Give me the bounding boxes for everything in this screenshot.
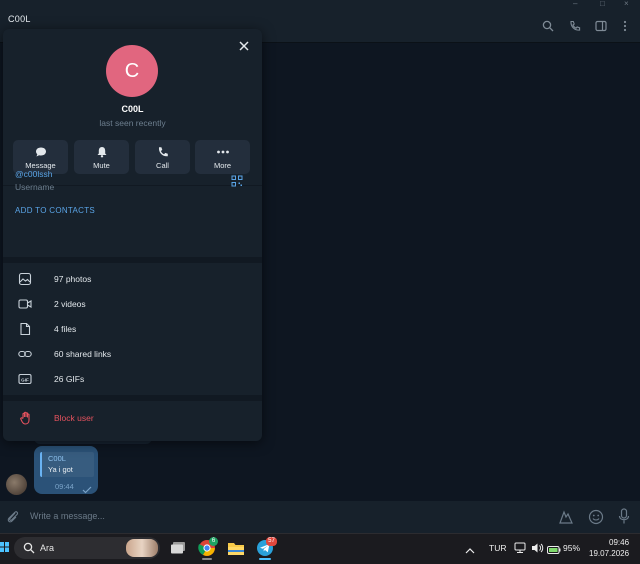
- search-highlight-image: [126, 539, 158, 557]
- mute-button-label: Mute: [93, 161, 110, 170]
- taskbar-search-placeholder: Ara: [40, 543, 55, 553]
- media-row-files[interactable]: 4 files: [3, 317, 262, 342]
- chrome-badge: 6: [209, 537, 218, 546]
- link-icon: [18, 347, 32, 366]
- battery-percent: 95%: [563, 543, 581, 553]
- telegram-active-indicator: [259, 558, 271, 560]
- message-input[interactable]: Write a message...: [30, 511, 105, 521]
- media-row-videos[interactable]: 2 videos: [3, 292, 262, 317]
- window-titlebar: – □ ×: [0, 0, 640, 8]
- file-icon: [18, 322, 32, 341]
- username-value[interactable]: @c00lssh: [15, 169, 52, 179]
- media-row-label: 26 GIFs: [54, 374, 85, 384]
- profile-status: last seen recently: [99, 118, 166, 128]
- media-row-label: 4 files: [54, 324, 77, 334]
- reply-quote-text: Ya i got: [48, 465, 73, 474]
- more-dots-icon: [195, 146, 250, 158]
- call-button-label: Call: [156, 161, 169, 170]
- block-user-label: Block user: [54, 413, 94, 423]
- section-divider: [3, 395, 262, 401]
- bell-icon: [74, 146, 129, 158]
- chevron-up-icon[interactable]: [465, 542, 475, 560]
- message-time: 09:44: [55, 482, 74, 491]
- qr-code-icon[interactable]: [231, 174, 243, 192]
- telegram-badge: 57: [266, 537, 277, 546]
- block-user-button[interactable]: Block user: [3, 405, 262, 431]
- emoji-icon[interactable]: [588, 509, 604, 530]
- minimize-icon[interactable]: –: [573, 0, 577, 8]
- call-button[interactable]: Call: [135, 140, 190, 174]
- add-to-contacts-button[interactable]: ADD TO CONTACTS: [15, 206, 95, 215]
- chrome-running-indicator: [202, 558, 212, 560]
- profile-avatar[interactable]: C: [106, 45, 158, 97]
- battery-icon[interactable]: [547, 542, 561, 560]
- attach-icon[interactable]: [6, 510, 20, 529]
- media-row-label: 97 photos: [54, 274, 92, 284]
- chat-title: C00L: [8, 14, 31, 24]
- clock-time[interactable]: 09:46: [609, 538, 629, 547]
- video-icon: [18, 297, 32, 316]
- hand-stop-icon: [20, 411, 33, 430]
- network-icon[interactable]: [514, 541, 528, 559]
- call-icon[interactable]: [567, 18, 583, 34]
- media-row-gifs[interactable]: GIF 26 GIFs: [3, 367, 262, 392]
- bot-commands-icon[interactable]: [558, 509, 574, 530]
- phone-icon: [135, 146, 190, 158]
- task-view-icon[interactable]: [168, 538, 188, 558]
- profile-name: C00L: [121, 104, 144, 114]
- maximize-icon[interactable]: □: [600, 0, 605, 8]
- microphone-icon[interactable]: [618, 508, 630, 530]
- reply-quote-sender: C00L: [48, 454, 66, 463]
- media-row-photos[interactable]: 97 photos: [3, 267, 262, 292]
- window-close-icon[interactable]: ×: [624, 0, 629, 8]
- search-icon[interactable]: [540, 18, 556, 34]
- media-row-links[interactable]: 60 shared links: [3, 342, 262, 367]
- gif-icon: GIF: [18, 372, 32, 391]
- language-indicator[interactable]: TUR: [489, 543, 506, 553]
- clock-date[interactable]: 19.07.2026: [589, 549, 629, 558]
- more-button-label: More: [213, 161, 232, 170]
- start-menu-icon[interactable]: [0, 540, 10, 554]
- search-icon: [23, 541, 35, 559]
- more-vertical-icon[interactable]: [617, 18, 633, 34]
- close-icon[interactable]: [236, 38, 252, 54]
- svg-text:GIF: GIF: [21, 377, 29, 382]
- media-row-label: 60 shared links: [54, 349, 112, 359]
- username-label: Username: [15, 182, 55, 192]
- photo-icon: [18, 272, 32, 291]
- more-button[interactable]: More: [195, 140, 250, 174]
- media-row-label: 2 videos: [54, 299, 86, 309]
- section-divider: [3, 257, 262, 263]
- sidebar-toggle-icon[interactable]: [593, 18, 609, 34]
- file-explorer-icon[interactable]: [226, 538, 246, 558]
- volume-icon[interactable]: [531, 541, 544, 559]
- mute-button[interactable]: Mute: [74, 140, 129, 174]
- sender-avatar[interactable]: [6, 474, 27, 495]
- chat-bubble-icon: [13, 146, 68, 158]
- read-check-icon: [82, 481, 92, 499]
